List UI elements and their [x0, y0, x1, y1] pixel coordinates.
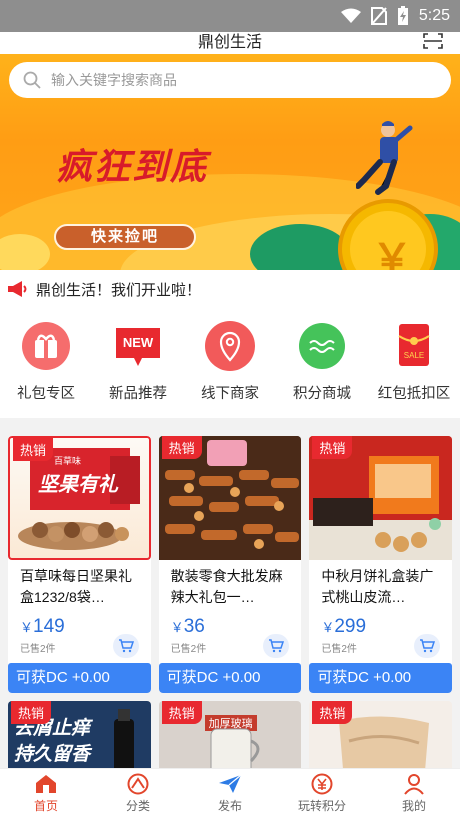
- yen-points-icon: [311, 773, 333, 795]
- add-to-cart-button[interactable]: [414, 634, 441, 658]
- search-input[interactable]: 输入关键字搜索商品: [51, 70, 177, 90]
- hot-badge: 热销: [161, 436, 202, 459]
- category-new-products[interactable]: NEW 新品推荐: [94, 320, 182, 418]
- coin-symbol: ￥: [372, 237, 412, 270]
- tab-category[interactable]: 分类: [98, 769, 178, 818]
- category-label: 红包抵扣区: [377, 386, 451, 402]
- tab-mine[interactable]: 我的: [374, 769, 454, 818]
- price-value: 149: [33, 616, 65, 637]
- search-icon: [23, 71, 41, 89]
- tab-label: 发布: [217, 799, 242, 813]
- scan-icon[interactable]: [422, 32, 444, 50]
- product-name: 散装零食大批发麻辣大礼包一…: [170, 568, 283, 605]
- tab-label: 玩转积分: [297, 799, 346, 813]
- sale-badge-text: SALE: [403, 351, 425, 360]
- gift-icon: [22, 322, 70, 370]
- banner-slogan: 疯狂到底: [56, 147, 209, 188]
- tab-home[interactable]: 首页: [6, 769, 86, 818]
- hot-badge: 热销: [13, 438, 54, 461]
- points-icon: [299, 323, 345, 369]
- announcement-text: 鼎创生活！我们开业啦！: [36, 281, 202, 299]
- currency-symbol: ￥: [20, 620, 34, 635]
- announcement-bar[interactable]: 鼎创生活！我们开业啦！: [0, 270, 460, 308]
- category-nav: 礼包专区 NEW 新品推荐 线下商家 积分商城 SALE 红包抵扣区: [0, 308, 460, 418]
- category-label: 新品推荐: [109, 386, 167, 402]
- product-image: 热销: [309, 436, 453, 560]
- hot-badge: 热销: [161, 701, 202, 724]
- product-image: 百草味 坚果有礼 热销: [8, 436, 151, 560]
- promo-banner[interactable]: 输入关键字搜索商品 疯狂到底 快来捡吧 ￥: [0, 54, 460, 270]
- category-label: 线下商家: [201, 386, 259, 402]
- dc-reward-button[interactable]: 可获DC +0.00: [158, 663, 302, 693]
- product-image-text: 坚果有礼: [38, 474, 118, 496]
- product-card[interactable]: 百草味 坚果有礼 热销 百草味每日坚果礼盒1232/8袋… ￥149 已售2件 …: [8, 436, 151, 693]
- category-icon: [127, 773, 149, 795]
- product-card[interactable]: 热销 中秋月饼礼盒装广式桃山皮流… ￥299 已售2件 可获DC +0.00: [309, 436, 453, 693]
- banner-cta-button[interactable]: 快来捡吧: [54, 224, 196, 250]
- megaphone-icon: [8, 281, 27, 297]
- user-icon: [404, 774, 424, 795]
- paper-plane-icon: [219, 774, 242, 793]
- shampoo-bottle-image: [114, 709, 134, 777]
- currency-symbol: ￥: [321, 620, 335, 635]
- category-label: 礼包专区: [17, 386, 75, 402]
- category-red-envelope[interactable]: SALE 红包抵扣区: [370, 320, 458, 418]
- category-points-mall[interactable]: 积分商城: [278, 320, 366, 418]
- product-image: 热销: [158, 436, 302, 560]
- tab-publish[interactable]: 发布: [190, 769, 270, 818]
- add-to-cart-button[interactable]: [263, 634, 290, 658]
- cart-icon: [269, 639, 285, 653]
- red-envelope-icon: [398, 324, 430, 366]
- title-bar: 鼎创生活: [0, 32, 460, 54]
- category-label: 积分商城: [293, 386, 351, 402]
- tab-label: 分类: [125, 799, 150, 813]
- tab-label: 首页: [33, 799, 58, 813]
- currency-symbol: ￥: [170, 620, 184, 635]
- cart-icon: [420, 639, 436, 653]
- tab-label: 我的: [401, 799, 426, 813]
- page-title: 鼎创生活: [197, 34, 262, 51]
- dc-reward-button[interactable]: 可获DC +0.00: [8, 663, 151, 693]
- product-grid: 百草味 坚果有礼 热销 百草味每日坚果礼盒1232/8袋… ￥149 已售2件 …: [8, 436, 453, 693]
- price-value: 299: [334, 616, 367, 637]
- home-icon: [36, 775, 56, 793]
- hot-badge: 热销: [11, 701, 52, 724]
- price-value: 36: [183, 616, 205, 637]
- location-pin-icon: [205, 321, 255, 371]
- product-image-text: 持久留香: [14, 744, 91, 765]
- category-offline-stores[interactable]: 线下商家: [186, 320, 274, 418]
- add-to-cart-button[interactable]: [112, 634, 139, 658]
- no-sim-icon: [370, 7, 387, 25]
- hot-badge: 热销: [312, 701, 353, 724]
- bottom-tab-bar: 首页 分类 发布 玩转积分 我的: [0, 768, 460, 818]
- clock: 5:25: [418, 7, 450, 24]
- tab-points[interactable]: 玩转积分: [282, 769, 362, 818]
- dc-reward-button[interactable]: 可获DC +0.00: [309, 663, 453, 693]
- search-bar[interactable]: 输入关键字搜索商品: [9, 62, 451, 98]
- person-illustration: [356, 121, 413, 195]
- product-image-brand: 百草味: [54, 456, 82, 466]
- wifi-icon: [340, 8, 361, 23]
- hot-badge: 热销: [312, 436, 353, 459]
- product-name: 中秋月饼礼盒装广式桃山皮流…: [321, 568, 434, 605]
- product-name: 百草味每日坚果礼盒1232/8袋…: [20, 568, 132, 605]
- cart-icon: [118, 639, 134, 653]
- battery-charging-icon: [397, 6, 408, 25]
- status-bar: 5:25: [0, 0, 460, 32]
- new-badge-text: NEW: [122, 335, 154, 350]
- product-card[interactable]: 热销 散装零食大批发麻辣大礼包一… ￥36 已售2件 可获DC +0.00: [158, 436, 302, 693]
- category-gift-pack[interactable]: 礼包专区: [2, 320, 90, 418]
